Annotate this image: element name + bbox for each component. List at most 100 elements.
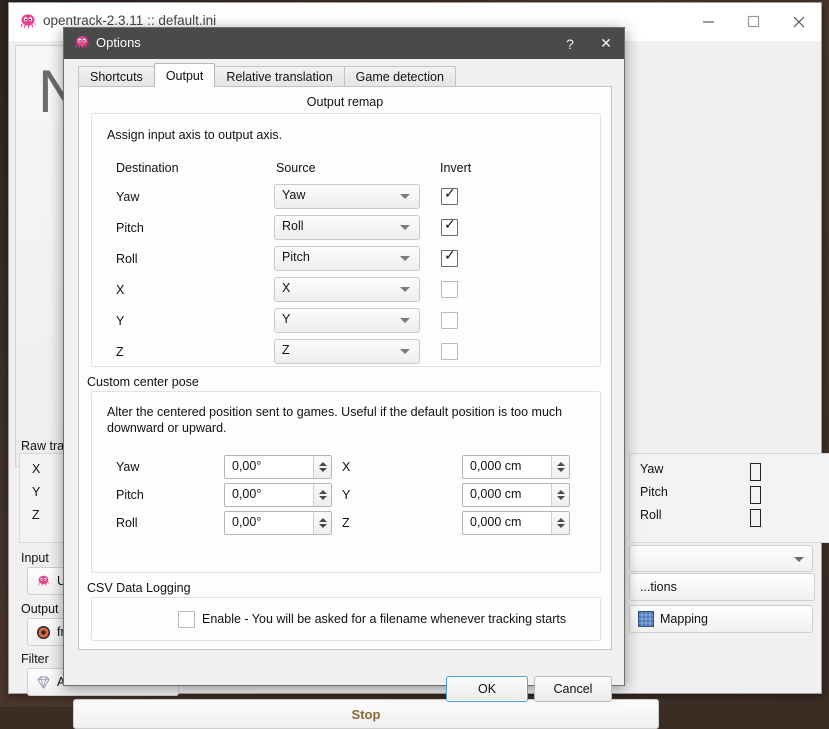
column-header-source: Source (276, 161, 316, 175)
check-icon: ✓ (444, 186, 456, 202)
accela-diamond-icon (36, 675, 51, 690)
chevron-down-icon (400, 225, 410, 230)
output-remap-title: Output remap (306, 95, 384, 109)
remap-row-1-invert-checkbox[interactable]: ✓ (441, 218, 458, 236)
stop-button-label: Stop (351, 706, 381, 722)
ok-button[interactable]: OK (446, 676, 528, 702)
chevron-down-icon (400, 194, 410, 199)
custom-center-pose-legend: Custom center pose (87, 375, 199, 389)
center-pose-pitch-spinbox[interactable]: 0,00° (224, 483, 332, 507)
output-tab-page: Output remap Assign input axis to output… (78, 86, 612, 650)
remap-row-5-source-value: Z (282, 343, 290, 357)
spinner-arrows-icon[interactable] (313, 484, 331, 506)
spinner-arrows-icon[interactable] (551, 484, 569, 506)
spinner-arrows-icon[interactable] (551, 456, 569, 478)
spinner-arrows-icon[interactable] (313, 456, 331, 478)
remap-row-2-source-combo[interactable]: Pitch (274, 246, 420, 271)
chevron-down-icon (400, 318, 410, 323)
game-data-value-roll (750, 509, 761, 527)
remap-row-1-source-combo[interactable]: Roll (274, 215, 420, 240)
center-pose-x-label: X (342, 460, 351, 474)
remap-row-0-source-value: Yaw (282, 188, 306, 202)
close-icon[interactable] (776, 3, 821, 40)
remap-row-3-invert-checkbox[interactable] (441, 281, 458, 298)
profile-combo[interactable] (629, 545, 813, 572)
center-pose-roll-spinbox[interactable]: 0,00° (224, 511, 332, 535)
center-pose-x-spinbox[interactable]: 0,000 cm (462, 455, 570, 479)
raw-tracker-row-z: Z (32, 508, 40, 522)
center-pose-x-value: 0,000 cm (470, 459, 522, 473)
center-pose-y-label: Y (342, 488, 351, 502)
tab-shortcuts-label: Shortcuts (90, 70, 143, 84)
cancel-button[interactable]: Cancel (534, 676, 612, 702)
game-data-row-roll: Roll (640, 508, 662, 522)
remap-row-4-invert-checkbox[interactable] (441, 312, 458, 329)
spinner-arrows-icon[interactable] (551, 512, 569, 534)
center-pose-z-spinbox[interactable]: 0,000 cm (462, 511, 570, 535)
close-icon[interactable]: ✕ (588, 28, 624, 59)
center-pose-pitch-label: Pitch (116, 488, 144, 502)
remap-row-0-source-combo[interactable]: Yaw (274, 184, 420, 209)
chevron-down-icon (794, 556, 804, 562)
center-pose-yaw-spinbox[interactable]: 0,00° (224, 455, 332, 479)
input-section-label: Input (21, 551, 49, 565)
freetrack-icon (36, 625, 51, 640)
options-tab-strip: Shortcuts Output Relative translation Ga… (78, 63, 456, 87)
csv-logging-enable-checkbox[interactable] (178, 611, 195, 628)
remap-row-1-source-value: Roll (282, 219, 304, 233)
center-pose-roll-label: Roll (116, 516, 138, 530)
spinner-arrows-icon[interactable] (313, 512, 331, 534)
remap-row-4-source-value: Y (282, 312, 291, 326)
remap-row-4-source-combo[interactable]: Y (274, 308, 420, 333)
raw-tracker-row-y: Y (32, 485, 41, 499)
help-icon[interactable]: ? (552, 28, 588, 59)
chevron-down-icon (400, 287, 410, 292)
column-header-destination: Destination (116, 161, 179, 175)
csv-logging-legend: CSV Data Logging (87, 581, 191, 595)
mapping-button[interactable]: Mapping (629, 605, 813, 633)
game-data-group: Yaw Pitch Roll (629, 453, 829, 543)
tab-game-detection[interactable]: Game detection (343, 66, 456, 87)
tab-output[interactable]: Output (153, 63, 216, 87)
minimize-icon[interactable] (686, 3, 731, 40)
options-button[interactable]: ...tions (629, 573, 815, 601)
game-data-row-pitch: Pitch (640, 485, 668, 499)
remap-row-4-destination: Y (116, 314, 125, 328)
center-pose-y-spinbox[interactable]: 0,000 cm (462, 483, 570, 507)
maximize-icon[interactable] (731, 3, 776, 40)
chevron-down-icon (400, 349, 410, 354)
remap-row-2-source-value: Pitch (282, 250, 310, 264)
stop-button[interactable]: Stop (73, 699, 659, 729)
opentrack-octopus-icon (73, 34, 91, 52)
output-remap-description: Assign input axis to output axis. (107, 128, 283, 142)
mapping-button-label: Mapping (660, 612, 708, 626)
main-window-title: opentrack-2.3.11 :: default.ini (43, 13, 217, 28)
remap-row-2-invert-checkbox[interactable]: ✓ (441, 248, 458, 267)
chevron-down-icon (400, 256, 410, 261)
game-data-row-yaw: Yaw (640, 462, 664, 476)
remap-row-5-source-combo[interactable]: Z (274, 339, 420, 364)
center-pose-roll-value: 0,00° (232, 515, 262, 529)
remap-row-0-invert-checkbox[interactable]: ✓ (441, 186, 458, 205)
tab-relative-translation-label: Relative translation (226, 70, 333, 84)
tab-output-label: Output (165, 68, 204, 83)
remap-row-5-invert-checkbox[interactable] (441, 343, 458, 360)
check-icon: ✓ (444, 248, 456, 264)
options-dialog-title: Options (96, 35, 141, 50)
custom-center-pose-group: Alter the centered position sent to game… (91, 391, 601, 573)
tab-shortcuts[interactable]: Shortcuts (78, 66, 155, 87)
options-dialog: Options ? ✕ Shortcuts Output Relative tr… (63, 27, 625, 702)
options-dialog-titlebar[interactable]: Options ? ✕ (64, 28, 624, 59)
center-pose-yaw-value: 0,00° (232, 459, 262, 473)
ok-button-label: OK (477, 682, 497, 696)
mapping-grid-icon (638, 611, 654, 627)
center-pose-z-value: 0,000 cm (470, 515, 522, 529)
opentrack-octopus-icon (36, 574, 51, 589)
tab-relative-translation[interactable]: Relative translation (214, 66, 345, 87)
output-remap-group: Assign input axis to output axis. Destin… (91, 113, 601, 367)
raw-tracker-row-x: X (32, 462, 41, 476)
remap-row-3-destination: X (116, 283, 125, 297)
remap-row-2-destination: Roll (116, 252, 138, 266)
remap-row-3-source-combo[interactable]: X (274, 277, 420, 302)
opentrack-octopus-icon (18, 12, 38, 32)
